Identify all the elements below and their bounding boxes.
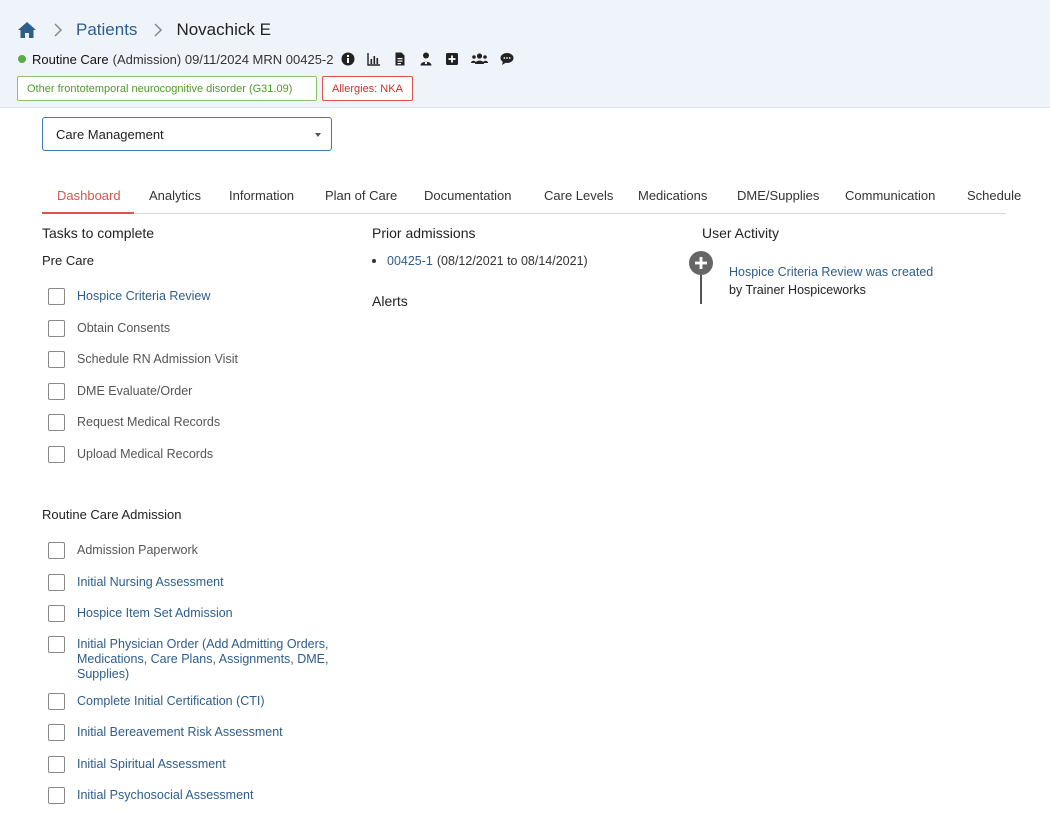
info-icon[interactable] — [341, 52, 355, 66]
home-icon[interactable] — [17, 20, 37, 40]
breadcrumb-patient-name: Novachick E — [176, 20, 271, 39]
care-select-value: Care Management — [56, 126, 164, 142]
chevron-right-icon — [153, 23, 163, 37]
alerts-title: Alerts — [372, 293, 408, 309]
tab-communication[interactable]: Communication — [845, 188, 935, 203]
activity-link[interactable]: Hospice Criteria Review was created — [729, 265, 933, 279]
tab-information[interactable]: Information — [229, 188, 294, 203]
admission-info: (Admission) 09/11/2024 MRN 00425-2 — [112, 51, 334, 67]
task-label[interactable]: Hospice Item Set Admission — [77, 606, 233, 621]
task-label: Upload Medical Records — [77, 447, 214, 461]
task-item: Upload Medical Records — [48, 446, 213, 463]
task-item: Hospice Criteria Review — [48, 288, 210, 305]
tasks-title: Tasks to complete — [42, 225, 155, 241]
routine-care-admission-title: Routine Care Admission — [42, 507, 182, 522]
task-checkbox[interactable] — [48, 383, 65, 400]
task-checkbox[interactable] — [48, 756, 65, 773]
plus-square-icon[interactable] — [445, 52, 459, 66]
task-label[interactable]: Initial Nursing Assessment — [77, 575, 224, 590]
chevron-right-icon — [53, 23, 63, 37]
breadcrumb-patients[interactable]: Patients — [76, 20, 137, 40]
care-management-select[interactable]: Care Management — [42, 117, 332, 151]
task-label[interactable]: Complete Initial Certification (CTI) — [77, 694, 265, 709]
task-checkbox[interactable] — [48, 320, 65, 337]
tab-care-levels[interactable]: Care Levels — [544, 188, 613, 203]
task-item: Initial Spiritual Assessment — [48, 756, 226, 773]
task-label: DME Evaluate/Order — [77, 384, 193, 398]
task-label[interactable]: Hospice Criteria Review — [77, 289, 210, 304]
task-item: Initial Physician Order (Add Admitting O… — [48, 636, 348, 682]
prior-admission-range: (08/12/2021 to 08/14/2021) — [436, 254, 588, 268]
diagnosis-badge[interactable]: Other frontotemporal neurocognitive diso… — [17, 76, 317, 101]
active-tab-indicator — [42, 212, 134, 214]
task-checkbox[interactable] — [48, 724, 65, 741]
tab-dme-supplies[interactable]: DME/Supplies — [737, 188, 819, 203]
prior-admission-item: 00425-1 (08/12/2021 to 08/14/2021) — [372, 254, 588, 268]
task-checkbox[interactable] — [48, 693, 65, 710]
task-item: Request Medical Records — [48, 414, 220, 431]
patient-header: Patients Novachick E Routine Care (Admis… — [0, 0, 1050, 108]
activity-author: by Trainer Hospiceworks — [729, 283, 866, 297]
allergies-badge[interactable]: Allergies: NKA — [322, 76, 413, 101]
task-item: Admission Paperwork — [48, 542, 198, 559]
chart-icon[interactable] — [367, 52, 381, 66]
task-checkbox[interactable] — [48, 605, 65, 622]
tab-analytics[interactable]: Analytics — [149, 188, 201, 203]
tab-plan-of-care[interactable]: Plan of Care — [325, 188, 397, 203]
task-item: Initial Psychosocial Assessment — [48, 787, 253, 804]
care-type: Routine Care — [32, 51, 109, 67]
tab-medications[interactable]: Medications — [638, 188, 707, 203]
document-icon[interactable] — [393, 52, 407, 66]
task-item: Initial Nursing Assessment — [48, 574, 224, 591]
task-label[interactable]: Initial Psychosocial Assessment — [77, 788, 253, 803]
task-checkbox[interactable] — [48, 414, 65, 431]
admission-status-line: Routine Care (Admission) 09/11/2024 MRN … — [18, 50, 526, 68]
task-checkbox[interactable] — [48, 542, 65, 559]
patient-action-icons — [341, 52, 526, 66]
user-activity-title: User Activity — [702, 225, 780, 241]
task-item: Hospice Item Set Admission — [48, 605, 233, 622]
task-checkbox[interactable] — [48, 351, 65, 368]
tab-documentation[interactable]: Documentation — [424, 188, 511, 203]
task-checkbox[interactable] — [48, 288, 65, 305]
task-label: Admission Paperwork — [77, 543, 198, 557]
task-label[interactable]: Initial Bereavement Risk Assessment — [77, 725, 283, 740]
plus-circle-icon — [689, 251, 713, 275]
patient-tabs: Dashboard Analytics Information Plan of … — [42, 180, 1021, 214]
prior-admissions-title: Prior admissions — [372, 225, 476, 241]
task-label: Schedule RN Admission Visit — [77, 352, 238, 366]
tab-dashboard[interactable]: Dashboard — [57, 188, 121, 203]
physician-icon[interactable] — [419, 52, 433, 66]
users-icon[interactable] — [471, 52, 489, 66]
pre-care-title: Pre Care — [42, 253, 95, 268]
task-checkbox[interactable] — [48, 636, 65, 653]
status-dot — [18, 55, 26, 63]
task-item: DME Evaluate/Order — [48, 383, 192, 400]
task-label: Request Medical Records — [77, 415, 221, 429]
prior-admission-link[interactable]: 00425-1 — [387, 254, 433, 268]
task-label[interactable]: Initial Spiritual Assessment — [77, 757, 226, 772]
timeline-line — [700, 275, 702, 304]
task-item: Initial Bereavement Risk Assessment — [48, 724, 283, 741]
task-label[interactable]: Initial Physician Order (Add Admitting O… — [77, 637, 345, 682]
tab-schedule[interactable]: Schedule — [967, 188, 1021, 203]
breadcrumb: Patients Novachick E — [17, 18, 271, 42]
task-checkbox[interactable] — [48, 446, 65, 463]
caret-down-icon — [315, 133, 321, 137]
task-item: Schedule RN Admission Visit — [48, 351, 238, 368]
task-checkbox[interactable] — [48, 787, 65, 804]
bullet-icon — [372, 259, 376, 263]
task-item: Complete Initial Certification (CTI) — [48, 693, 265, 710]
task-label: Obtain Consents — [77, 321, 171, 335]
task-item: Obtain Consents — [48, 320, 170, 337]
task-checkbox[interactable] — [48, 574, 65, 591]
comment-icon[interactable] — [500, 52, 514, 66]
